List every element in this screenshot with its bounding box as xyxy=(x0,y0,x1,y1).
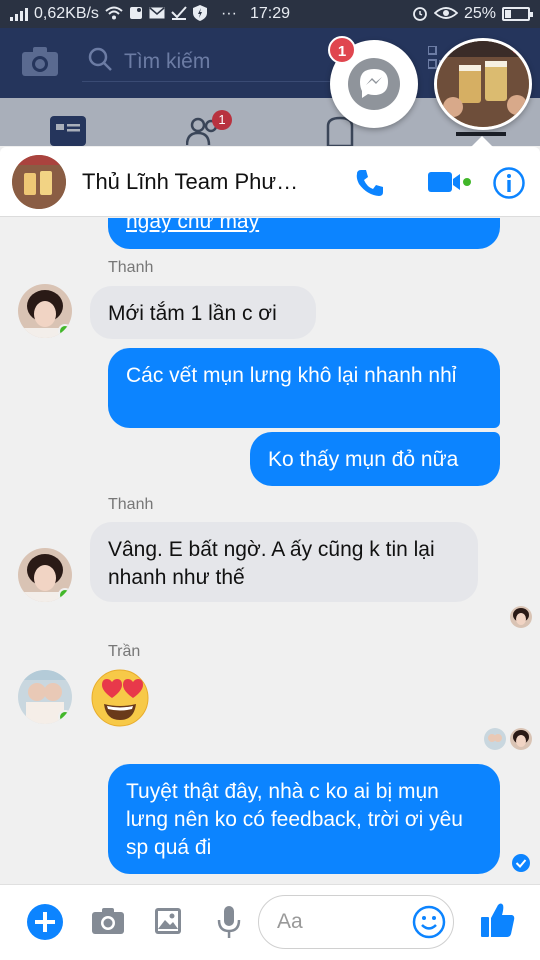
heart-eyes-emoji[interactable] xyxy=(90,668,150,728)
incoming-message[interactable]: Mới tắm 1 lần c ơi xyxy=(90,286,316,339)
outgoing-message[interactable]: ngay chứ mày xyxy=(108,218,500,249)
friends-icon[interactable]: 1 xyxy=(185,110,232,146)
sender-avatar[interactable] xyxy=(18,670,72,724)
seen-avatar xyxy=(484,728,506,750)
seen-avatar xyxy=(510,728,532,750)
search-placeholder: Tìm kiếm xyxy=(124,49,211,73)
messenger-icon xyxy=(348,58,400,110)
camera-icon[interactable] xyxy=(92,907,124,940)
seen-avatar xyxy=(510,606,532,628)
search-icon xyxy=(88,47,112,77)
friends-badge: 1 xyxy=(212,110,232,130)
search-bar[interactable]: Tìm kiếm xyxy=(82,42,342,82)
sender-name: Thanh xyxy=(108,259,154,276)
news-feed-icon[interactable] xyxy=(50,116,86,146)
sender-name: Trần xyxy=(108,643,141,660)
chat-head-avatar[interactable] xyxy=(434,38,532,130)
status-bar: 0,62KB/s ··· 17:29 25% xyxy=(0,0,540,28)
outgoing-message[interactable]: Tuyệt thật đây, nhà c ko ai bị mụn lưng … xyxy=(108,764,500,874)
outgoing-message[interactable]: Các vết mụn lưng khô lại nhanh nhỉ xyxy=(108,348,500,428)
emoji-icon[interactable] xyxy=(412,905,446,944)
sender-name: Thanh xyxy=(108,496,154,513)
group-avatar[interactable] xyxy=(12,155,66,209)
battery-icon xyxy=(502,7,533,21)
camera-icon[interactable] xyxy=(22,46,58,76)
info-icon[interactable] xyxy=(492,166,526,205)
clock: 17:29 xyxy=(249,5,291,22)
sender-avatar[interactable] xyxy=(18,548,72,602)
incoming-message[interactable]: Vâng. E bất ngờ. A ấy cũng k tin lại nha… xyxy=(90,522,478,602)
chat-title[interactable]: Thủ Lĩnh Team Phư… xyxy=(82,169,298,195)
messenger-head[interactable]: 1 xyxy=(328,36,418,128)
photo-icon[interactable] xyxy=(154,907,182,940)
delivered-check-icon xyxy=(512,854,530,877)
messenger-badge: 1 xyxy=(328,36,356,64)
sender-avatar[interactable] xyxy=(18,284,72,338)
composer-bar: Aa xyxy=(0,884,540,960)
like-icon[interactable] xyxy=(480,901,516,944)
phone-icon[interactable] xyxy=(354,167,386,199)
mic-icon[interactable] xyxy=(216,905,242,944)
plus-icon[interactable] xyxy=(26,903,64,946)
outgoing-message[interactable]: Ko thấy mụn đỏ nữa xyxy=(250,432,500,486)
chat-header: Thủ Lĩnh Team Phư… xyxy=(0,147,540,217)
video-icon[interactable] xyxy=(428,169,472,195)
message-clip: ngay chứ mày xyxy=(0,218,540,258)
